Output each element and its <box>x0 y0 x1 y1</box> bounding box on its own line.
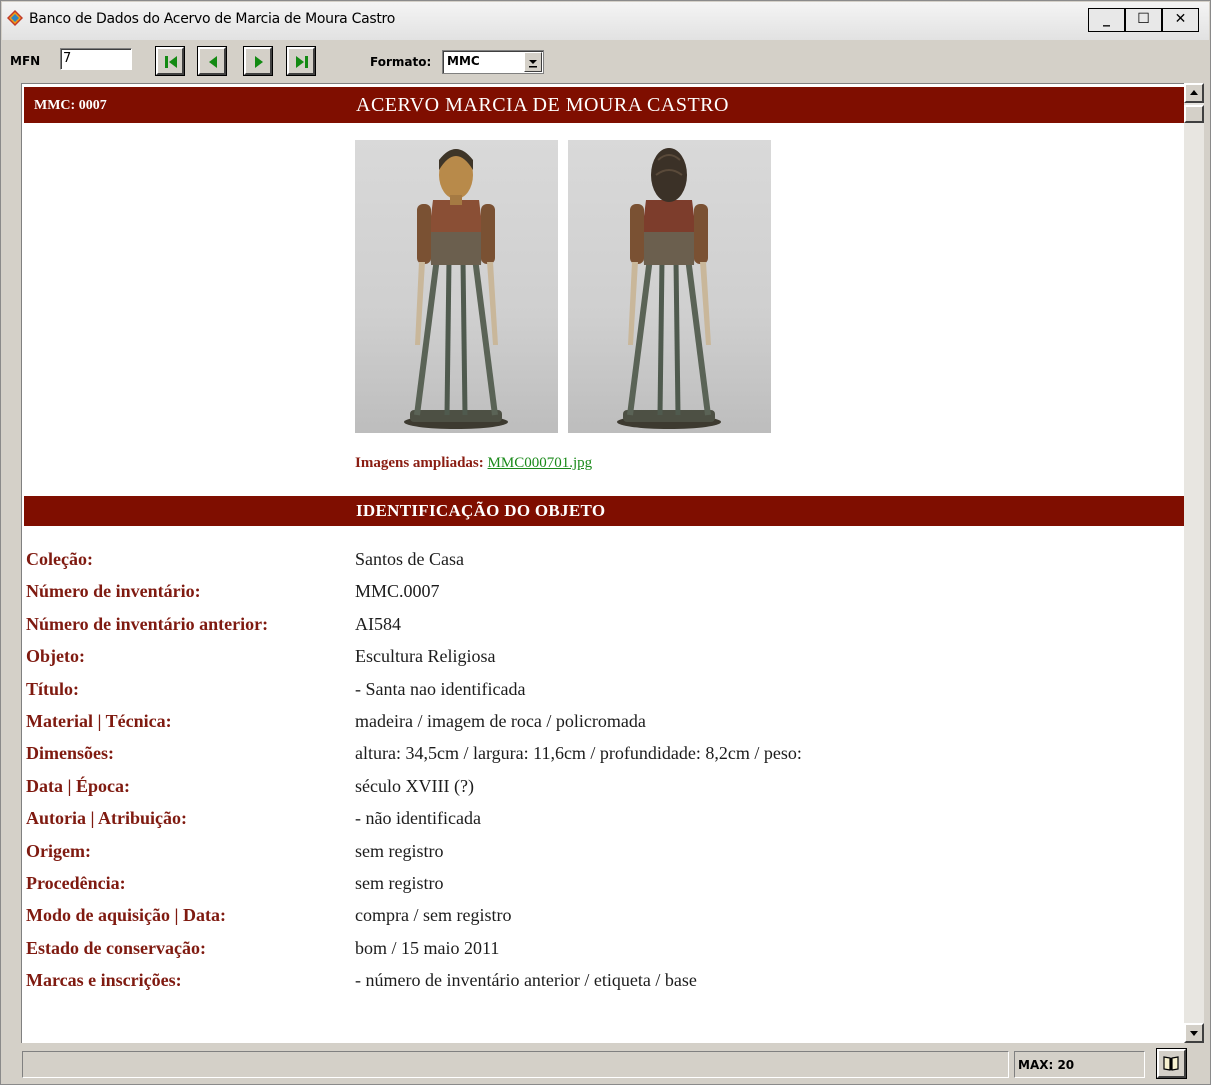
field-row: Objeto: Escultura Religiosa <box>26 646 1166 678</box>
field-value: século XVIII (?) <box>355 775 474 796</box>
field-value: MMC.0007 <box>355 581 440 602</box>
previous-record-button[interactable] <box>197 46 227 76</box>
arrow-up-icon <box>1190 90 1198 95</box>
field-label: Objeto: <box>26 646 85 667</box>
field-value: AI584 <box>355 613 401 634</box>
field-label: Origem: <box>26 840 91 861</box>
record-id: MMC: 0007 <box>34 98 107 113</box>
field-value: sem registro <box>355 840 444 861</box>
statue-front-image <box>404 149 508 429</box>
vertical-scrollbar[interactable] <box>1184 83 1204 1043</box>
format-label: Formato: <box>370 55 432 69</box>
close-button[interactable]: ✕ <box>1162 8 1199 32</box>
app-icon <box>7 10 23 26</box>
field-label: Material | Técnica: <box>26 710 172 731</box>
field-row: Autoria | Atribuição: - não identificada <box>26 808 1166 840</box>
scroll-thumb[interactable] <box>1184 105 1204 123</box>
field-row: Procedência: sem registro <box>26 873 1166 905</box>
field-label: Número de inventário anterior: <box>26 613 269 634</box>
format-dropdown-button[interactable] <box>524 52 542 72</box>
field-row: Modo de aquisição | Data: compra / sem re… <box>26 905 1166 937</box>
enlarged-images: Imagens ampliadas: MMC000701.jpg <box>355 455 592 472</box>
book-icon <box>1163 1056 1179 1071</box>
field-value: - número de inventário anterior / etique… <box>355 970 697 991</box>
field-label: Estado de conservação: <box>26 937 206 958</box>
scroll-down-button[interactable] <box>1184 1023 1204 1043</box>
field-value: madeira / imagem de roca / policromada <box>355 710 646 731</box>
field-value: sem registro <box>355 872 444 893</box>
status-message <box>22 1051 1009 1078</box>
arrow-down-icon <box>1190 1031 1198 1036</box>
object-photo-back <box>568 140 771 433</box>
field-row: Material | Técnica: madeira / imagem de r… <box>26 711 1166 743</box>
field-value: Santos de Casa <box>355 549 464 569</box>
field-label: Coleção: <box>26 549 93 569</box>
field-label: Número de inventário: <box>26 581 201 602</box>
field-row: Origem: sem registro <box>26 841 1166 873</box>
window-title: Banco de Dados do Acervo de Marcia de Mo… <box>29 11 395 27</box>
field-row: Marcas e inscrições: - número de inventár… <box>26 970 1166 1002</box>
maximize-button[interactable]: ☐ <box>1125 8 1162 32</box>
field-row: Número de inventário anterior: AI584 <box>26 614 1166 646</box>
book-button[interactable] <box>1156 1048 1187 1079</box>
field-value: - Santa nao identificada <box>355 678 526 699</box>
field-label: Procedência: <box>26 872 126 893</box>
field-row: Coleção: Santos de Casa <box>26 549 1166 581</box>
format-value: MMC <box>447 54 480 68</box>
title-bar[interactable]: Banco de Dados do Acervo de Marcia de Mo… <box>2 2 1209 40</box>
format-select[interactable]: MMC <box>442 50 544 74</box>
status-max: MAX: 20 <box>1014 1051 1145 1078</box>
mfn-input[interactable]: 7 <box>60 48 132 70</box>
field-row: Estado de conservação: bom / 15 maio 2011 <box>26 938 1166 970</box>
field-label: Título: <box>26 678 80 699</box>
field-label: Data | Época: <box>26 775 130 796</box>
field-value: Escultura Religiosa <box>355 646 496 667</box>
identification-section-bar: IDENTIFICAÇÃO DO OBJETO <box>24 496 1184 526</box>
max-records-label: MAX: 20 <box>1018 1058 1075 1072</box>
statue-back-image <box>617 148 721 429</box>
field-value: bom / 15 maio 2011 <box>355 937 500 958</box>
field-label: Modo de aquisição | Data: <box>26 905 226 926</box>
first-record-icon <box>165 56 177 68</box>
minimize-button[interactable]: _ <box>1088 8 1125 32</box>
field-label: Dimensões: <box>26 743 114 764</box>
field-label: Autoria | Atribuição: <box>26 808 187 829</box>
record-view[interactable]: MMC: 0007 ACERVO MARCIA DE MOURA CASTRO <box>21 83 1184 1043</box>
next-record-icon <box>255 56 263 68</box>
section-title: IDENTIFICAÇÃO DO OBJETO <box>356 501 606 520</box>
app-window: Banco de Dados do Acervo de Marcia de Mo… <box>0 0 1211 1085</box>
field-value: - não identificada <box>355 808 481 829</box>
enlarged-image-link[interactable]: MMC000701.jpg <box>488 455 593 471</box>
mfn-label: MFN <box>10 54 41 68</box>
object-fields: Coleção: Santos de Casa Número de inventá… <box>26 549 1166 1002</box>
field-value: compra / sem registro <box>355 905 512 926</box>
field-row: Dimensões: altura: 34,5cm / largura: 11,6… <box>26 743 1166 775</box>
next-record-button[interactable] <box>243 46 273 76</box>
first-record-button[interactable] <box>155 46 185 76</box>
object-photo-front <box>355 140 558 433</box>
field-label: Marcas e inscrições: <box>26 970 182 991</box>
field-row: Número de inventário: MMC.0007 <box>26 581 1166 613</box>
collection-title: ACERVO MARCIA DE MOURA CASTRO <box>356 94 729 116</box>
previous-record-icon <box>209 56 217 68</box>
toolbar: MFN 7 Formato: MMC <box>2 41 1209 81</box>
enlarged-images-label: Imagens ampliadas: <box>355 455 484 471</box>
last-record-button[interactable] <box>286 46 316 76</box>
last-record-icon <box>296 56 308 68</box>
field-row: Data | Época: século XVIII (?) <box>26 776 1166 808</box>
chevron-down-icon <box>529 60 537 68</box>
field-value: altura: 34,5cm / largura: 11,6cm / profu… <box>355 743 802 764</box>
record-header-bar: MMC: 0007 ACERVO MARCIA DE MOURA CASTRO <box>24 87 1184 123</box>
field-row: Título: - Santa nao identificada <box>26 679 1166 711</box>
scroll-up-button[interactable] <box>1184 83 1204 103</box>
